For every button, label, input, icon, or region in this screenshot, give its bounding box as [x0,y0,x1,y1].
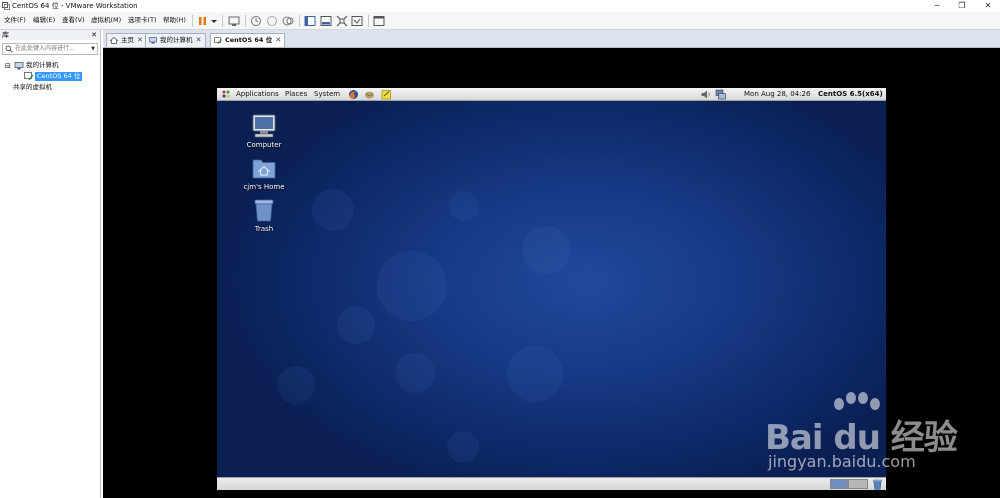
unity-icon[interactable] [335,14,349,28]
gnome-foot-icon[interactable] [221,89,232,100]
desktop-icon-label: cjm's Home [243,183,285,191]
tab-label: 我的计算机 [160,36,193,44]
tree-item-my-computer[interactable]: 我的计算机 [26,61,59,70]
tab-bar: 主页 ✕ 我的计算机 ✕ CentOS 64 位 ✕ [103,30,1000,48]
places-menu[interactable]: Places [285,88,307,101]
vm-icon [24,72,34,81]
wallpaper-bubble [312,189,354,231]
computer-icon [149,37,157,44]
wallpaper-bubble [277,366,315,404]
applications-menu[interactable]: Applications [236,88,279,101]
dropdown-icon[interactable] [207,14,221,28]
email-client-icon[interactable] [364,89,375,100]
restore-button[interactable]: ❐ [950,0,974,12]
toolbar-separator [222,15,223,27]
home-folder-icon [252,159,276,179]
library-title: 库 [2,31,9,39]
library-close-button[interactable]: ✕ [91,30,97,40]
menu-vm[interactable]: 虚拟机(M) [91,15,121,26]
volume-icon[interactable] [700,89,711,100]
tab-close-icon[interactable]: ✕ [196,34,202,47]
wallpaper-bubble [507,346,563,402]
snapshot-manager-icon[interactable] [281,14,295,28]
toolbar-separator [299,15,300,27]
menu-file[interactable]: 文件(F) [4,15,26,26]
tab-label: CentOS 64 位 [225,36,273,44]
computer-icon [14,62,24,70]
trash-icon [254,199,274,222]
toolbar-separator [192,15,193,27]
search-icon [5,45,13,53]
desktop-icon-label: Trash [254,225,274,233]
stretch-icon[interactable] [350,14,364,28]
system-menu[interactable]: System [314,88,340,101]
desktop-icon-trash[interactable]: Trash [234,196,294,233]
library-header: 库 ✕ [0,30,100,40]
toolbar-separator [368,15,369,27]
home-icon [110,37,118,44]
library-panel: 库 ✕ 在此处键入内容进行... ▼ ⊟ 我的计算机 CentOS 64 位 共… [0,30,101,498]
console-view-icon[interactable] [303,14,317,28]
wallpaper-bubble [337,306,375,344]
window-title: CentOS 64 位 - VMware Workstation [12,2,138,10]
computer-icon [252,114,276,138]
revert-snapshot-icon[interactable] [265,14,279,28]
wallpaper-bubble [377,251,447,321]
panel-clock[interactable]: Mon Aug 28, 04:26 [744,88,810,101]
vm-icon [214,37,222,44]
tab-home[interactable]: 主页 ✕ [106,33,147,47]
desktop-icon-computer[interactable]: Computer [234,112,294,149]
tab-my-computer[interactable]: 我的计算机 ✕ [145,33,206,47]
watermark-url: jingyan.baidu.com [768,452,916,471]
fullscreen-icon[interactable] [319,14,333,28]
tab-label: 主页 [121,36,134,44]
menu-tabs[interactable]: 选项卡(T) [128,15,157,26]
desktop-icon-home[interactable]: cjm's Home [234,154,294,191]
tree-expander-icon[interactable]: ⊟ [5,62,11,71]
wallpaper-bubble [522,226,570,274]
wallpaper-bubble [395,353,435,393]
wallpaper-bubble [449,191,479,221]
library-search-input[interactable]: 在此处键入内容进行... ▼ [2,43,98,55]
vmware-logo-icon [2,2,10,10]
watermark: Bai du 经验 jingyan.baidu.com [765,390,1000,485]
os-label: CentOS 6.5(x64) [818,90,883,98]
desktop-icon-label: Computer [246,141,282,149]
tree-item-centos-vm[interactable]: CentOS 64 位 [35,72,83,81]
snapshot-icon[interactable] [249,14,263,28]
toolbar-separator [245,15,246,27]
gnome-top-panel: Applications Places System Mon Aug 28, 0… [217,88,886,101]
menu-edit[interactable]: 编辑(E) [33,15,55,26]
tab-close-icon[interactable]: ✕ [137,34,143,47]
search-placeholder: 在此处键入内容进行... [15,45,75,52]
network-icon[interactable] [715,89,726,100]
thumbnail-icon[interactable] [372,14,386,28]
send-ctrl-alt-del-icon[interactable] [227,14,241,28]
menu-view[interactable]: 查看(V) [62,15,85,26]
menu-help[interactable]: 帮助(H) [163,15,186,26]
notes-icon[interactable] [381,89,392,100]
minimize-button[interactable]: ─ [925,0,949,12]
title-bar: CentOS 64 位 - VMware Workstation ─ ❐ ✕ [0,0,1000,12]
tree-item-shared-vms[interactable]: 共享的虚拟机 [13,83,52,92]
menu-toolbar: 文件(F) 编辑(E) 查看(V) 虚拟机(M) 选项卡(T) 帮助(H) [0,12,1000,30]
wallpaper-bubble [447,431,479,463]
tab-close-icon[interactable]: ✕ [275,34,281,47]
firefox-icon[interactable] [348,89,359,100]
chevron-down-icon[interactable]: ▼ [91,44,95,54]
close-button[interactable]: ✕ [976,0,1000,12]
tab-centos-vm[interactable]: CentOS 64 位 ✕ [210,33,286,47]
